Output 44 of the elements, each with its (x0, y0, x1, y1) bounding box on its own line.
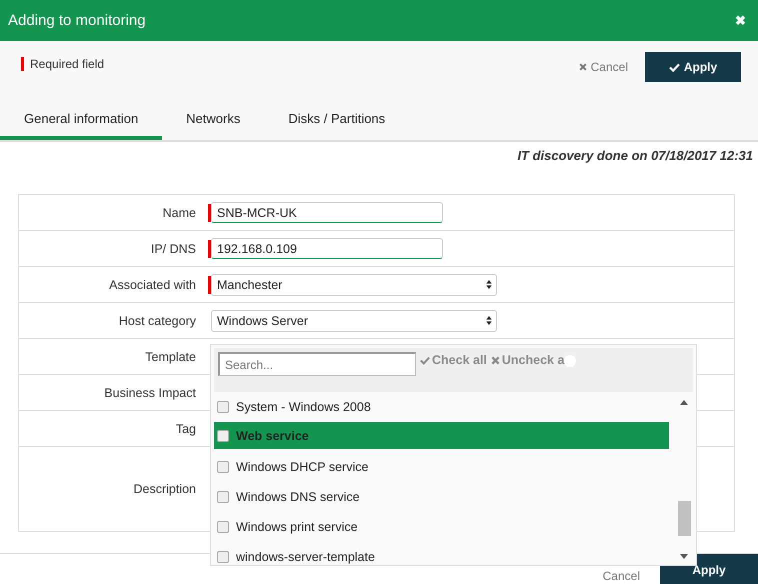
field-label: Host category (118, 314, 196, 328)
option-item[interactable]: System - Windows 2008 (214, 392, 669, 422)
tab[interactable]: Disks / Partitions (264, 111, 410, 140)
checkbox[interactable] (217, 430, 229, 442)
checkbox[interactable] (217, 401, 229, 413)
field-label: IP/ DNS (150, 242, 196, 256)
sort-icon (486, 316, 492, 325)
option-item[interactable]: Windows DNS service (214, 482, 669, 512)
discovery-text: IT discovery done on 07/18/2017 12:31 (517, 148, 753, 163)
select-field[interactable]: Windows Server (211, 310, 497, 332)
tab[interactable]: Networks (162, 111, 264, 140)
field-label: Tag (174, 422, 196, 436)
window-title: Adding to monitoring (8, 12, 146, 29)
cancel-button[interactable]: Cancel (596, 569, 646, 583)
apply-button[interactable]: Apply (645, 52, 741, 82)
tab[interactable]: General information (0, 111, 162, 140)
close-button[interactable]: ✖ (735, 13, 746, 28)
scroll-down-icon (680, 554, 688, 559)
close-icon (490, 356, 500, 364)
option-item[interactable]: Windows DHCP service (214, 452, 669, 482)
checkbox[interactable] (217, 551, 229, 563)
field-label: Name (162, 206, 196, 220)
checkbox[interactable] (217, 461, 229, 473)
check-icon (420, 356, 430, 364)
close-icon (578, 63, 587, 71)
scrollbar-thumb[interactable] (678, 501, 690, 536)
option-item[interactable]: Web service (214, 422, 669, 449)
field-label: Template (144, 350, 196, 364)
select-field[interactable]: Manchester (211, 274, 497, 296)
text-field[interactable]: SNB-MCR-UK (211, 202, 443, 223)
required-marker (21, 57, 24, 71)
legend-text: Required field (30, 57, 104, 71)
option-item[interactable]: Windows print service (214, 512, 669, 542)
field-label: Description (132, 482, 196, 496)
text-field[interactable]: 192.168.0.109 (211, 238, 443, 259)
cancel-button[interactable]: Cancel (578, 60, 628, 74)
checkbox[interactable] (217, 521, 229, 533)
scroll-up-icon (680, 400, 688, 405)
checkbox[interactable] (217, 491, 229, 503)
sort-icon (486, 280, 492, 289)
field-label: Associated with (108, 278, 196, 292)
search-field[interactable]: Search... (218, 352, 416, 376)
check-icon (668, 62, 680, 72)
field-label: Business Impact (103, 386, 196, 400)
